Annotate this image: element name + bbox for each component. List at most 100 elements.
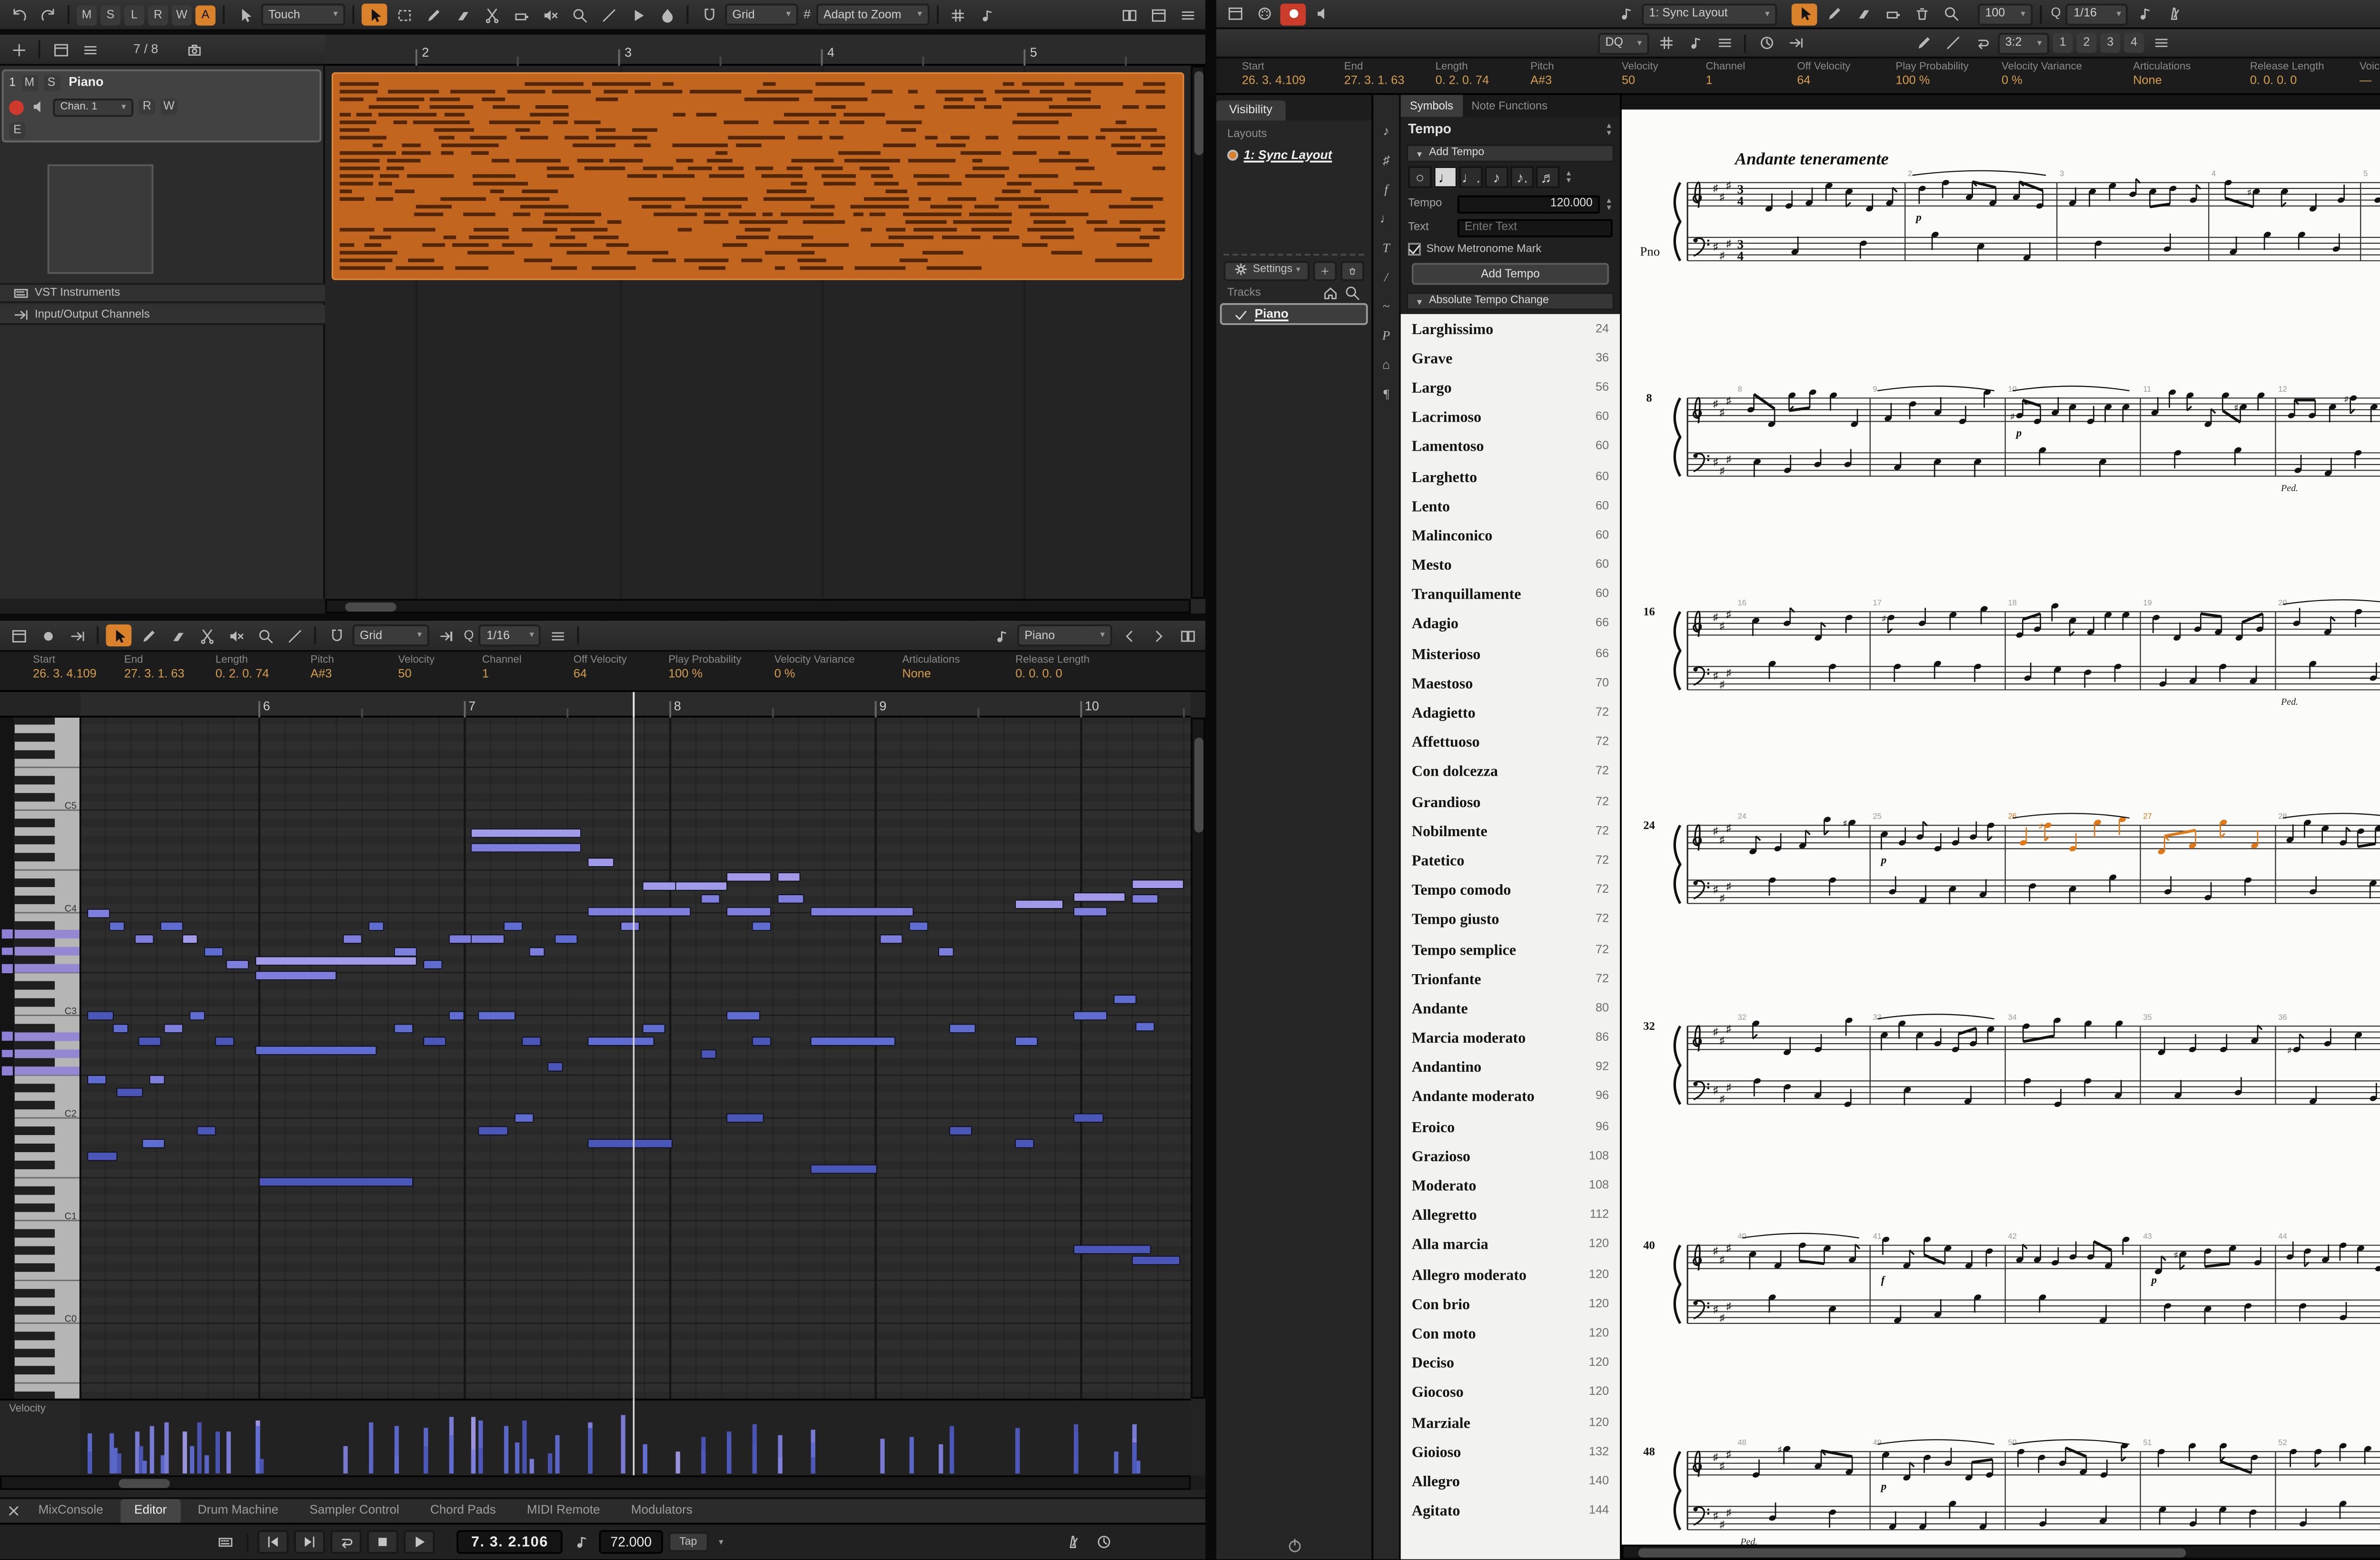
info-play-probability[interactable]: Play Probability 100 %	[657, 652, 764, 681]
tempo-preset-row[interactable]: Gioioso 132	[1401, 1437, 1620, 1467]
note-value-button-3[interactable]: ♪	[1485, 166, 1509, 188]
layout-icon[interactable]	[1613, 3, 1638, 25]
tempo-preset-row[interactable]: Malinconico 60	[1401, 521, 1620, 551]
ke-grid-select[interactable]: Grid ▾	[352, 624, 429, 647]
track-header-piano[interactable]: 1 M S Piano Chan. 1 ▾ R W E	[1, 69, 322, 143]
info-start[interactable]: Start 26. 3. 4.109	[1231, 59, 1333, 88]
tempo-preset-row[interactable]: Andantino 92	[1401, 1053, 1620, 1083]
track-visibility-button[interactable]	[48, 39, 73, 60]
info-channel[interactable]: Channel 1	[1695, 59, 1786, 88]
snap-type-select[interactable]: Grid ▾	[725, 3, 798, 26]
sharp-icon[interactable]: ♯	[1375, 150, 1397, 172]
read-automation-button[interactable]: R	[139, 99, 156, 115]
note-value-button-0[interactable]: ○	[1408, 166, 1432, 188]
solo-editor-button[interactable]	[6, 624, 31, 646]
tab-midi-remote[interactable]: MIDI Remote	[512, 1498, 615, 1524]
insert-note-icon[interactable]	[1910, 32, 1936, 54]
tempo-preset-row[interactable]: Trionfante 72	[1401, 964, 1620, 994]
note-symbols-icon[interactable]: ♩	[1375, 208, 1397, 230]
tempo-preset-row[interactable]: Grandioso 72	[1401, 787, 1620, 817]
autoscroll-button[interactable]	[64, 624, 89, 646]
ke-mute-tool[interactable]	[223, 624, 248, 646]
note-length-icon[interactable]	[2132, 3, 2158, 25]
acoustic-feedback-button[interactable]	[35, 624, 60, 646]
delete-layout-button[interactable]	[1340, 260, 1365, 280]
part-select[interactable]: Piano ▾	[1017, 624, 1112, 647]
acoustic-feedback-button[interactable]	[1309, 3, 1335, 25]
split-tool[interactable]	[478, 4, 504, 26]
tab-note-functions[interactable]: Note Functions	[1462, 95, 1557, 117]
go-to-next-marker-button[interactable]	[294, 1530, 325, 1554]
track-name[interactable]: Piano	[69, 77, 103, 89]
info-length[interactable]: Length 0. 2. 0. 74	[205, 652, 300, 681]
ke-zoom-tool[interactable]	[252, 624, 278, 646]
tab-symbols[interactable]: Symbols	[1400, 95, 1463, 117]
tempo-preset-row[interactable]: Marziale 120	[1401, 1408, 1620, 1437]
tempo-preset-row[interactable]: Lento 60	[1401, 492, 1620, 521]
voice-button-1[interactable]: 1	[2053, 33, 2073, 53]
info-articulations[interactable]: Articulations None	[2122, 59, 2239, 88]
grid-type-select[interactable]: Adapt to Zoom ▾	[816, 3, 930, 26]
tempo-preset-row[interactable]: Con dolcezza 72	[1401, 758, 1620, 787]
note-info-icon[interactable]	[1682, 32, 1708, 54]
info-voice[interactable]: Voice—	[2349, 59, 2380, 88]
info-velocity-variance[interactable]: Velocity Variance 0 %	[1991, 59, 2122, 88]
global-w-button[interactable]: W	[171, 4, 192, 25]
tempo-preset-row[interactable]: Allegro 140	[1401, 1467, 1620, 1496]
layout-select[interactable]: 1: Sync Layout ▾	[1642, 2, 1777, 25]
add-tempo-button[interactable]: Add Tempo	[1411, 263, 1609, 285]
go-to-previous-marker-button[interactable]	[257, 1530, 289, 1554]
length-quantize-icon[interactable]	[975, 4, 1001, 26]
zoom-tool[interactable]	[566, 4, 592, 26]
tempo-preset-row[interactable]: Allegretto 112	[1401, 1201, 1620, 1230]
tempo-preset-row[interactable]: Larghissimo 24	[1401, 314, 1620, 344]
tab-modulators[interactable]: Modulators	[616, 1498, 707, 1524]
panel-power-button[interactable]	[1286, 1538, 1302, 1554]
tempo-preset-row[interactable]: Deciso 120	[1401, 1349, 1620, 1378]
note-value-button-5[interactable]: ♬	[1536, 166, 1560, 188]
tempo-preset-row[interactable]: Grave 36	[1401, 344, 1620, 373]
tap-tempo-button[interactable]: Tap	[668, 1531, 708, 1552]
info-release-length[interactable]: Release Length 0. 0. 0. 0	[2239, 59, 2349, 88]
ke-draw-tool[interactable]	[135, 624, 161, 646]
info-play-probability[interactable]: Play Probability 100 %	[1884, 59, 1991, 88]
tempo-preset-row[interactable]: Andante 80	[1401, 994, 1620, 1023]
time-display-icon[interactable]	[1753, 32, 1779, 54]
section-scroll-arrows[interactable]: ▲ ▼	[1606, 120, 1613, 136]
tempo-preset-row[interactable]: Tempo giusto 72	[1401, 905, 1620, 935]
visibility-settings-button[interactable]: Settings ▾	[1223, 260, 1309, 280]
onscreen-keyboard-button[interactable]	[212, 1531, 238, 1553]
tempo-preset-row[interactable]: Affettuoso 72	[1401, 728, 1620, 757]
snap-on-off-button[interactable]	[696, 4, 722, 26]
line-symbol-icon[interactable]: /	[1375, 267, 1397, 288]
info-velocity[interactable]: Velocity 50	[387, 652, 471, 681]
draw-tool[interactable]	[420, 4, 446, 26]
tab-sampler-control[interactable]: Sampler Control	[295, 1498, 414, 1524]
object-selection-tool[interactable]	[361, 3, 387, 26]
tempo-stepper[interactable]: ▲ ▼	[1606, 196, 1613, 211]
project-hscrollbar[interactable]	[325, 599, 1191, 614]
tempo-preset-row[interactable]: Tranquillamente 60	[1401, 580, 1620, 610]
tempo-preset-row[interactable]: Adagio 66	[1401, 610, 1620, 639]
track-filter-button[interactable]	[77, 39, 102, 60]
tempo-preset-row[interactable]: Agitato 144	[1401, 1496, 1620, 1526]
score-draw-tool[interactable]	[1821, 3, 1846, 25]
erase-tool[interactable]	[449, 4, 475, 26]
play-button[interactable]	[403, 1530, 435, 1554]
tempo-preset-row[interactable]: Adagietto 72	[1401, 698, 1620, 728]
tempo-preset-row[interactable]: Eroico 96	[1401, 1112, 1620, 1142]
other-symbols-icon[interactable]: ¶	[1375, 384, 1397, 405]
tempo-preset-row[interactable]: Grazioso 108	[1401, 1142, 1620, 1171]
project-vscrollbar[interactable]	[1190, 66, 1206, 599]
part-icon[interactable]	[988, 624, 1014, 646]
text-symbol-icon[interactable]: T	[1375, 237, 1397, 259]
staff-settings-icon[interactable]	[1711, 32, 1737, 54]
visibility-track-piano[interactable]: Piano	[1220, 303, 1368, 325]
crescendo-icon[interactable]	[1940, 32, 1965, 54]
score-zoom-select[interactable]: 100 ▾	[1978, 2, 2033, 25]
info-velocity-variance[interactable]: Velocity Variance 0 %	[764, 652, 892, 681]
info-channel[interactable]: Channel 1	[471, 652, 563, 681]
stop-button[interactable]	[367, 1530, 398, 1554]
info-pitch[interactable]: Pitch A#3	[1519, 59, 1611, 88]
score-page[interactable]: Andante teneramentePno♯♯♯♯♯♯34342p34♯56p…	[1621, 109, 2380, 1545]
